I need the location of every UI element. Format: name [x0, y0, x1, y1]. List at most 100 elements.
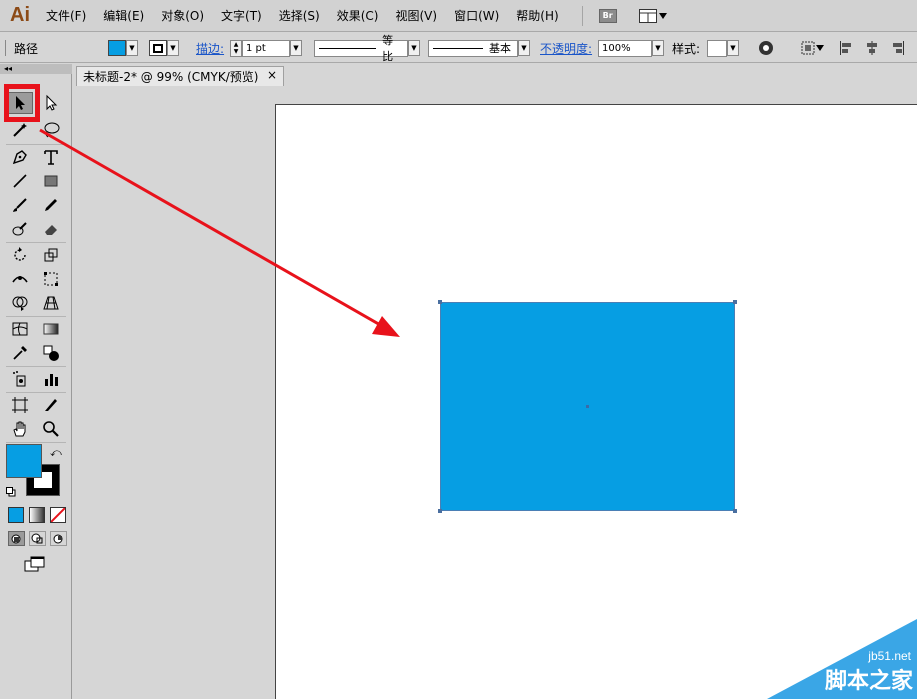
opacity-control[interactable]: 100% ▼ [598, 38, 664, 58]
menu-file[interactable]: 文件(F) [46, 7, 86, 24]
align-to-dropdown[interactable] [800, 38, 824, 58]
artboard-tool[interactable] [7, 394, 33, 416]
chevron-down-icon[interactable]: ▼ [652, 40, 664, 56]
menu-help[interactable]: 帮助(H) [516, 7, 558, 24]
scale-tool[interactable] [38, 244, 64, 266]
style-label: 样式: [672, 41, 701, 56]
chevron-down-icon[interactable]: ▼ [167, 40, 179, 56]
stroke-link[interactable]: 描边: [196, 38, 224, 58]
column-graph-icon [45, 374, 58, 386]
stroke-color-dropdown[interactable]: ▼ [149, 38, 179, 58]
draw-behind-button[interactable] [29, 531, 46, 546]
stroke-label[interactable]: 描边: [196, 40, 224, 57]
gradient-mode-button[interactable] [29, 507, 45, 523]
stroke-weight-stepper[interactable]: ▲ ▼ [230, 39, 242, 57]
chevron-down-icon[interactable]: ▼ [727, 40, 739, 56]
shape-builder-tool[interactable] [7, 292, 33, 314]
graphic-style-dropdown[interactable]: ▼ [707, 38, 739, 58]
pen-tool[interactable] [7, 146, 33, 168]
menu-select[interactable]: 选择(S) [279, 7, 320, 24]
shape-builder-icon [12, 296, 28, 311]
fill-color-swatch[interactable] [108, 40, 126, 56]
double-chevron-left-icon[interactable]: ◂◂ [4, 64, 12, 73]
eyedropper-tool[interactable] [7, 342, 33, 364]
free-transform-tool[interactable] [38, 268, 64, 290]
fill-color-box[interactable] [6, 444, 42, 478]
color-wheel-icon [759, 41, 773, 55]
tool-separator [6, 366, 66, 367]
menu-object[interactable]: 对象(O) [161, 7, 204, 24]
width-tool[interactable] [7, 268, 33, 290]
magic-wand-tool[interactable] [7, 119, 33, 141]
paintbrush-tool[interactable] [7, 194, 33, 216]
menu-window[interactable]: 窗口(W) [454, 7, 499, 24]
symbol-sprayer-tool[interactable] [7, 368, 33, 390]
style-swatch[interactable] [707, 39, 727, 57]
default-fill-stroke-icon[interactable] [6, 486, 16, 497]
variable-width-profile-dropdown[interactable]: 等比 ▼ [314, 34, 420, 63]
document-tab[interactable]: 未标题-2* @ 99% (CMYK/预览) × [76, 66, 284, 86]
recolor-artwork-button[interactable] [758, 38, 774, 58]
menu-edit[interactable]: 编辑(E) [103, 7, 144, 24]
brush-definition-dropdown[interactable]: 基本 ▼ [428, 38, 530, 58]
chevron-down-icon[interactable]: ▼ [518, 40, 530, 56]
none-slash-icon [50, 507, 66, 523]
direct-selection-tool[interactable] [38, 92, 64, 114]
menu-effect[interactable]: 效果(C) [337, 7, 379, 24]
slice-tool[interactable] [38, 394, 64, 416]
align-center-button[interactable] [864, 38, 880, 58]
stroke-color-swatch[interactable] [149, 40, 167, 56]
profile-field[interactable]: 等比 [314, 34, 408, 63]
draw-normal-button[interactable] [8, 531, 25, 546]
change-screen-mode-button[interactable] [24, 556, 46, 575]
anchor-point[interactable] [438, 300, 442, 304]
anchor-point[interactable] [733, 300, 737, 304]
mesh-tool[interactable] [7, 318, 33, 340]
anchor-point[interactable] [438, 509, 442, 513]
line-sample [433, 47, 483, 49]
menu-view[interactable]: 视图(V) [395, 7, 437, 24]
rotate-tool[interactable] [7, 244, 33, 266]
align-left-icon [840, 41, 851, 55]
eraser-tool[interactable] [38, 218, 64, 240]
pencil-icon [45, 199, 57, 211]
draw-inside-button[interactable] [50, 531, 67, 546]
align-right-button[interactable] [890, 38, 906, 58]
blue-rectangle-shape[interactable] [438, 300, 737, 513]
column-graph-tool[interactable] [38, 368, 64, 390]
brush-field[interactable]: 基本 [428, 39, 518, 57]
type-tool[interactable] [38, 146, 64, 168]
swap-fill-stroke-icon[interactable]: ⤺ [50, 446, 62, 460]
tools-panel-collapse-bar[interactable]: ◂◂ [0, 64, 72, 74]
chevron-down-icon[interactable]: ▼ [408, 40, 420, 56]
hand-tool[interactable] [7, 418, 33, 440]
color-mode-button[interactable] [8, 507, 24, 523]
menu-type[interactable]: 文字(T) [221, 7, 262, 24]
chevron-down-icon[interactable]: ▼ [126, 40, 138, 56]
paintbrush-icon [13, 198, 27, 212]
rectangle-tool[interactable] [38, 170, 64, 192]
opacity-input[interactable]: 100% [598, 39, 652, 57]
line-segment-icon [13, 174, 27, 188]
workspace-switcher-button[interactable] [638, 8, 667, 23]
line-segment-tool[interactable] [7, 170, 33, 192]
opacity-link[interactable]: 不透明度: [540, 38, 592, 58]
pencil-tool[interactable] [38, 194, 64, 216]
lasso-tool[interactable] [38, 119, 64, 141]
none-mode-button[interactable] [50, 507, 66, 523]
blend-tool[interactable] [38, 342, 64, 364]
gradient-tool[interactable] [38, 318, 64, 340]
stroke-weight-input[interactable]: 1 pt [242, 39, 290, 57]
zoom-tool[interactable] [38, 418, 64, 440]
anchor-point[interactable] [733, 509, 737, 513]
perspective-grid-tool[interactable] [38, 292, 64, 314]
stroke-weight-control[interactable]: ▲ ▼ 1 pt ▼ [230, 38, 302, 58]
close-icon[interactable]: × [267, 68, 277, 82]
blob-brush-tool[interactable] [7, 218, 33, 240]
fill-color-dropdown[interactable]: ▼ [108, 38, 138, 58]
opacity-label[interactable]: 不透明度: [540, 40, 592, 57]
magic-wand-icon [13, 123, 27, 137]
chevron-down-icon[interactable]: ▼ [290, 40, 302, 56]
align-left-button[interactable] [838, 38, 854, 58]
bridge-button[interactable]: Br [598, 8, 617, 23]
